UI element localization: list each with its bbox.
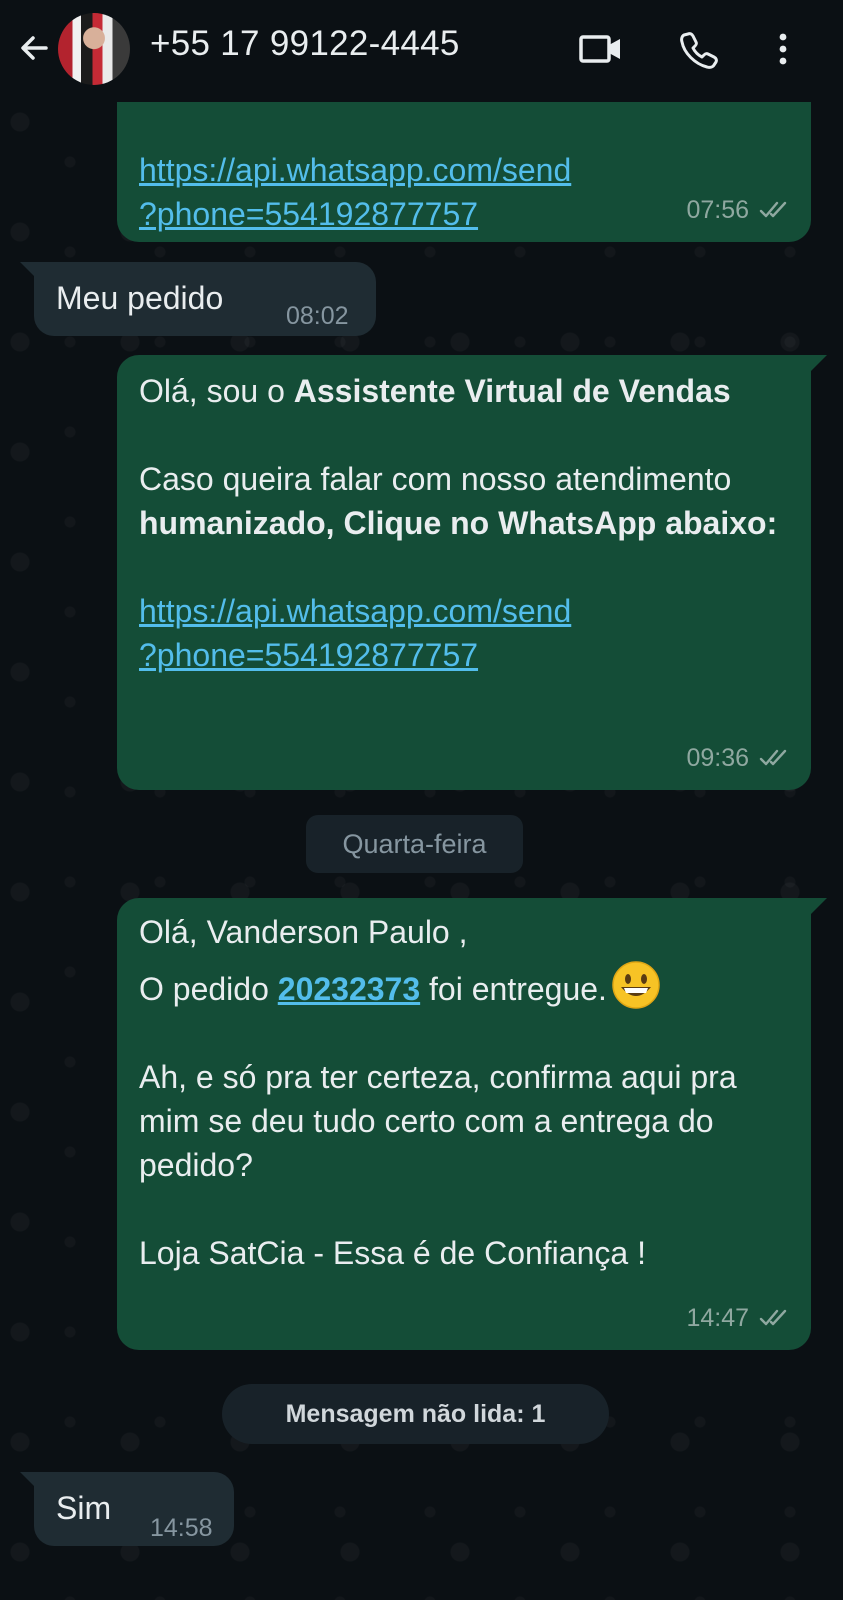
bubble-tail bbox=[811, 898, 827, 914]
grinning-face-emoji-icon bbox=[612, 961, 660, 1009]
message-paragraph: O pedido 20232373 foi entregue. bbox=[139, 960, 789, 1011]
message-text: Meu pedido bbox=[56, 280, 224, 316]
message-paragraph: Caso queira falar com nosso atendimento … bbox=[139, 457, 789, 545]
message-text: Sim bbox=[56, 1490, 112, 1526]
message-time: 09:36 bbox=[686, 744, 749, 772]
message-text: Loja SatCia - Essa é de Confiança ! bbox=[139, 1235, 646, 1271]
message-link[interactable]: https://api.whatsapp.com/send bbox=[139, 148, 789, 192]
outgoing-message[interactable]: Olá, sou o Assistente Virtual de Vendas … bbox=[117, 355, 811, 790]
message-text: foi entregue. bbox=[420, 971, 607, 1007]
date-divider: Quarta-feira bbox=[306, 815, 523, 873]
message-text: O pedido bbox=[139, 971, 278, 1007]
message-time: 14:47 bbox=[686, 1304, 749, 1332]
message-bold-text: humanizado, Clique no WhatsApp abaixo: bbox=[139, 505, 778, 541]
chat-area[interactable]: https://api.whatsapp.com/send ?phone=554… bbox=[0, 102, 843, 1600]
message-text: Olá, Vanderson Paulo , bbox=[139, 914, 468, 950]
chat-header: +55 17 99122-4445 bbox=[0, 0, 843, 102]
outgoing-message[interactable]: Olá, Vanderson Paulo , O pedido 20232373… bbox=[117, 898, 811, 1350]
double-check-icon bbox=[759, 201, 787, 218]
message-link[interactable]: https://api.whatsapp.com/send bbox=[139, 589, 789, 633]
message-time: 08:02 bbox=[286, 302, 349, 330]
message-meta: 07:56 bbox=[686, 188, 791, 232]
outgoing-message[interactable]: https://api.whatsapp.com/send ?phone=554… bbox=[117, 102, 811, 242]
unread-divider: Mensagem não lida: 1 bbox=[222, 1384, 609, 1444]
message-text: Olá, sou o bbox=[139, 373, 294, 409]
incoming-message[interactable]: Meu pedido 08:02 bbox=[34, 262, 376, 336]
incoming-message[interactable]: Sim 14:58 bbox=[34, 1472, 234, 1546]
voice-call-icon[interactable] bbox=[676, 26, 722, 72]
message-bold-text: Assistente Virtual de Vendas bbox=[293, 373, 731, 409]
message-time: 14:58 bbox=[150, 1514, 213, 1542]
message-text: Caso queira falar com nosso atendimento bbox=[139, 461, 732, 497]
message-time: 07:56 bbox=[686, 196, 749, 224]
avatar[interactable] bbox=[58, 13, 130, 85]
message-link[interactable]: ?phone=554192877757 bbox=[139, 633, 789, 677]
contact-name[interactable]: +55 17 99122-4445 bbox=[150, 24, 460, 64]
bubble-tail bbox=[811, 355, 827, 371]
message-text: Ah, e só pra ter certeza, confirma aqui … bbox=[139, 1059, 737, 1183]
order-number-link[interactable]: 20232373 bbox=[278, 971, 420, 1007]
message-meta: 14:47 bbox=[686, 1296, 791, 1340]
more-options-icon[interactable] bbox=[760, 26, 806, 72]
double-check-icon bbox=[759, 1309, 787, 1326]
double-check-icon bbox=[759, 749, 787, 766]
message-meta: 09:36 bbox=[686, 736, 791, 780]
message-paragraph: Olá, sou o Assistente Virtual de Vendas bbox=[139, 369, 789, 413]
video-call-icon[interactable] bbox=[578, 26, 624, 72]
back-arrow-icon[interactable] bbox=[14, 28, 54, 68]
